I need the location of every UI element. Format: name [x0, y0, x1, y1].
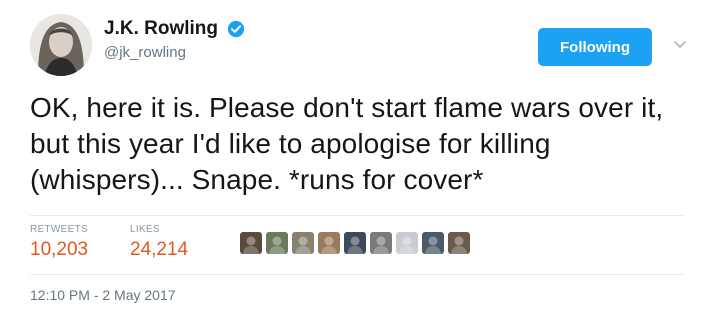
verified-badge-icon: [228, 20, 245, 38]
following-button[interactable]: Following: [538, 28, 652, 66]
author-info: J.K. Rowling @jk_rowling: [104, 18, 245, 61]
tweet-text: OK, here it is. Please don't start flame…: [30, 92, 664, 195]
likes-count: 24,214: [130, 239, 189, 260]
liker-avatar-8[interactable]: [422, 232, 444, 254]
liker-avatar-2[interactable]: [266, 232, 288, 254]
tweet-card: J.K. Rowling @jk_rowling Following OK, h…: [0, 0, 720, 324]
liker-avatar-4[interactable]: [318, 232, 340, 254]
liker-avatar-1[interactable]: [240, 232, 262, 254]
tweet-timestamp[interactable]: 12:10 PM - 2 May 2017: [30, 287, 176, 303]
liker-avatars: [240, 232, 470, 254]
retweets-stat[interactable]: RETWEETS 10,203: [30, 224, 88, 261]
likes-label: LIKES: [130, 224, 160, 235]
retweets-count: 10,203: [30, 239, 89, 260]
author-name[interactable]: J.K. Rowling: [104, 18, 218, 40]
liker-avatar-3[interactable]: [292, 232, 314, 254]
likes-stat[interactable]: LIKES 24,214: [130, 224, 188, 261]
retweets-label: RETWEETS: [30, 224, 88, 235]
liker-avatar-6[interactable]: [370, 232, 392, 254]
liker-avatar-9[interactable]: [448, 232, 470, 254]
liker-avatar-5[interactable]: [344, 232, 366, 254]
author-handle[interactable]: @jk_rowling: [104, 44, 245, 61]
author-avatar[interactable]: [30, 14, 92, 76]
divider-top: [30, 215, 684, 216]
chevron-down-icon[interactable]: [672, 38, 688, 52]
liker-avatar-7[interactable]: [396, 232, 418, 254]
divider-bottom: [30, 274, 684, 275]
